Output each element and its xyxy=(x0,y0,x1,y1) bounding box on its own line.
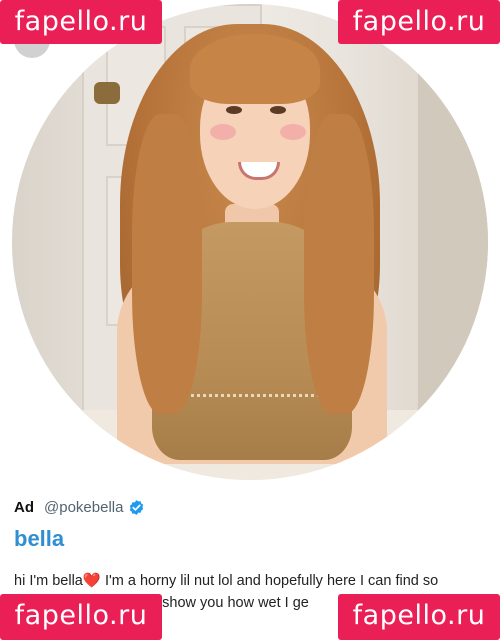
heart-icon: ❤️ xyxy=(82,573,101,589)
display-name[interactable]: bella xyxy=(14,526,64,552)
watermark-bottom-right: fapello.ru xyxy=(338,594,500,640)
right-eye xyxy=(270,106,286,114)
bio-line1-start: hi I'm bella xyxy=(14,573,83,589)
door-knob xyxy=(94,82,120,104)
profile-photo[interactable] xyxy=(12,4,488,480)
account-handle[interactable]: @pokebella xyxy=(44,499,123,516)
watermark-top-right: fapello.ru xyxy=(338,0,500,44)
left-eye xyxy=(226,106,242,114)
watermark-bottom-left: fapello.ru xyxy=(0,594,162,640)
verified-badge-icon xyxy=(130,499,144,515)
wall-trim xyxy=(418,4,488,480)
bio-line2: nd show you how wet I ge xyxy=(142,595,309,611)
bio-line1-end: I'm a horny lil nut lol and hopefully he… xyxy=(100,573,439,589)
ad-header: Ad @pokebella xyxy=(14,497,145,517)
bangs xyxy=(190,34,320,104)
ad-label: Ad xyxy=(14,498,34,516)
watermark-top-left: fapello.ru xyxy=(0,0,162,44)
